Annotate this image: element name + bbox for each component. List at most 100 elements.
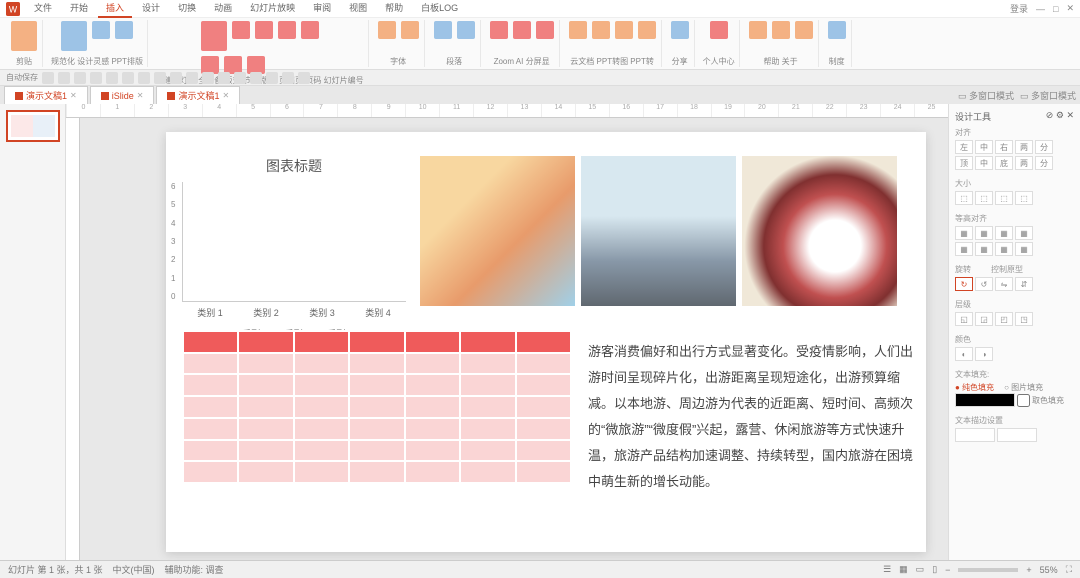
save-icon[interactable]: [58, 72, 70, 84]
notes-button[interactable]: ☰: [883, 564, 891, 575]
align-button[interactable]: 左: [955, 140, 973, 154]
qat-icon[interactable]: [154, 72, 166, 84]
ribbon-icon[interactable]: [490, 21, 508, 39]
ribbon-icon[interactable]: [115, 21, 133, 39]
flip-btn[interactable]: ⇵: [1015, 277, 1033, 291]
ribbon-icon[interactable]: [378, 21, 396, 39]
document-tab[interactable]: 演示文稿1✕: [4, 86, 88, 104]
ribbon-icon[interactable]: [301, 21, 319, 39]
align-button[interactable]: 中: [975, 140, 993, 154]
multiwindow-mode[interactable]: ▭ 多窗口模式: [958, 89, 1014, 102]
qat-icon[interactable]: [234, 72, 246, 84]
qat-icon[interactable]: [266, 72, 278, 84]
usecolor-checkbox[interactable]: [1017, 394, 1030, 407]
qat-icon[interactable]: [202, 72, 214, 84]
image-3[interactable]: [742, 156, 897, 306]
table-cell[interactable]: [237, 332, 292, 352]
slide-thumbnail-1[interactable]: [6, 110, 60, 142]
table-cell[interactable]: [459, 441, 514, 461]
table-cell[interactable]: [237, 397, 292, 417]
slide-table[interactable]: [182, 330, 570, 482]
layer-btn[interactable]: ◲: [975, 312, 993, 326]
align-button[interactable]: 两: [1015, 140, 1033, 154]
ribbon-icon[interactable]: [828, 21, 846, 39]
ribbon-icon[interactable]: [513, 21, 531, 39]
ribbon-icon[interactable]: [671, 21, 689, 39]
dist-btn[interactable]: ▦: [955, 226, 973, 240]
language-indicator[interactable]: 中文(中国): [113, 563, 155, 576]
document-tab[interactable]: iSlide✕: [90, 86, 155, 104]
table-cell[interactable]: [348, 462, 403, 482]
document-tab[interactable]: 演示文稿1✕: [156, 86, 240, 104]
table-cell[interactable]: [404, 441, 459, 461]
settings-icon[interactable]: ⚙: [1056, 110, 1064, 120]
qat-icon[interactable]: [218, 72, 230, 84]
ribbon-icon[interactable]: [749, 21, 767, 39]
zoom-level[interactable]: 55%: [1040, 565, 1058, 575]
ribbon-icon[interactable]: [772, 21, 790, 39]
table-cell[interactable]: [348, 397, 403, 417]
maximize-icon[interactable]: □: [1053, 4, 1058, 14]
table-cell[interactable]: [182, 441, 237, 461]
menu-tab[interactable]: 幻灯片放映: [242, 0, 303, 18]
ribbon-icon[interactable]: [592, 21, 610, 39]
ribbon-icon[interactable]: [201, 21, 227, 51]
toggle-icon[interactable]: [42, 72, 54, 84]
table-cell[interactable]: [348, 441, 403, 461]
outline-input[interactable]: [997, 428, 1037, 442]
multiwindow-mode[interactable]: ▭ 多窗口模式: [1020, 89, 1076, 102]
table-cell[interactable]: [404, 419, 459, 439]
login-link[interactable]: 登录: [1010, 2, 1028, 15]
table-cell[interactable]: [515, 332, 570, 352]
menu-tab[interactable]: 动画: [206, 0, 240, 18]
table-cell[interactable]: [237, 462, 292, 482]
outline-input[interactable]: [955, 428, 995, 442]
dist-btn[interactable]: ▦: [995, 226, 1013, 240]
rotate-btn[interactable]: ↺: [975, 277, 993, 291]
ribbon-icon[interactable]: [255, 21, 273, 39]
qat-icon[interactable]: [138, 72, 150, 84]
table-cell[interactable]: [293, 375, 348, 395]
menu-tab[interactable]: 审阅: [305, 0, 339, 18]
image-2[interactable]: [581, 156, 736, 306]
minimize-icon[interactable]: —: [1036, 4, 1045, 14]
rotate-btn[interactable]: ↻: [955, 277, 973, 291]
flip-btn[interactable]: ⇋: [995, 277, 1013, 291]
table-cell[interactable]: [237, 419, 292, 439]
slide[interactable]: 图表标题 0123456 类别 1类别 2类别 3类别 4 系列 1系列 2系列…: [166, 132, 926, 552]
layer-btn[interactable]: ◳: [1015, 312, 1033, 326]
menu-tab[interactable]: 开始: [62, 0, 96, 18]
table-cell[interactable]: [459, 397, 514, 417]
valign-button[interactable]: 分: [1035, 156, 1053, 170]
size-btn[interactable]: ⬚: [1015, 191, 1033, 205]
ribbon-icon[interactable]: [795, 21, 813, 39]
ribbon-icon[interactable]: [92, 21, 110, 39]
ribbon-icon[interactable]: [536, 21, 554, 39]
valign-button[interactable]: 顶: [955, 156, 973, 170]
undo-icon[interactable]: [74, 72, 86, 84]
table-cell[interactable]: [293, 441, 348, 461]
ribbon-icon[interactable]: [434, 21, 452, 39]
table-cell[interactable]: [459, 332, 514, 352]
redo-icon[interactable]: [90, 72, 102, 84]
qat-icon[interactable]: [122, 72, 134, 84]
size-btn[interactable]: ⬚: [975, 191, 993, 205]
qat-icon[interactable]: [186, 72, 198, 84]
table-cell[interactable]: [515, 462, 570, 482]
qat-icon[interactable]: [250, 72, 262, 84]
ribbon-icon[interactable]: [61, 21, 87, 51]
table-cell[interactable]: [515, 397, 570, 417]
menu-tab[interactable]: 白板LOG: [413, 0, 466, 18]
qat-icon[interactable]: [298, 72, 310, 84]
menu-tab[interactable]: 插入: [98, 0, 132, 18]
menu-tab[interactable]: 视图: [341, 0, 375, 18]
table-cell[interactable]: [404, 375, 459, 395]
tab-close-icon[interactable]: ✕: [70, 91, 77, 100]
dist-btn[interactable]: ▦: [975, 226, 993, 240]
align-button[interactable]: 分: [1035, 140, 1053, 154]
close-icon[interactable]: ✕: [1066, 3, 1074, 14]
table-cell[interactable]: [293, 462, 348, 482]
table-cell[interactable]: [182, 354, 237, 374]
qat-icon[interactable]: [170, 72, 182, 84]
ribbon-icon[interactable]: [638, 21, 656, 39]
